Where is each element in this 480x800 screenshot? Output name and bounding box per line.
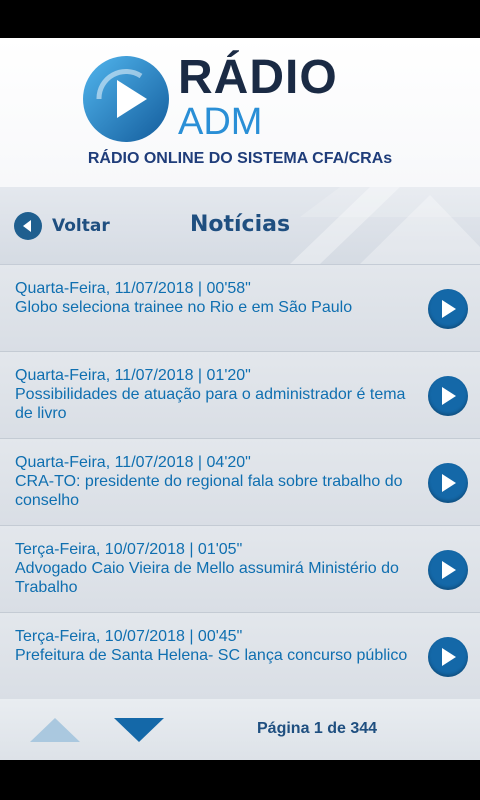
play-button[interactable] — [428, 550, 468, 590]
play-icon — [442, 387, 456, 405]
brand-adm-text: ADM — [178, 101, 263, 143]
news-item-text: Quarta-Feira, 11/07/2018 | 04'20" CRA-TO… — [15, 453, 413, 510]
play-button[interactable] — [428, 289, 468, 329]
news-item[interactable]: Quarta-Feira, 11/07/2018 | 04'20" CRA-TO… — [0, 439, 480, 526]
news-item-title: Advogado Caio Vieira de Mello assumirá M… — [15, 560, 399, 596]
news-item-text: Quarta-Feira, 11/07/2018 | 01'20" Possib… — [15, 366, 413, 423]
play-button[interactable] — [428, 463, 468, 503]
news-item-date: Quarta-Feira, 11/07/2018 | 00'58" — [15, 280, 251, 297]
next-page-arrow-icon[interactable] — [113, 717, 165, 743]
play-icon — [442, 300, 456, 318]
play-icon — [442, 648, 456, 666]
navigation-bar — [0, 760, 480, 800]
news-item[interactable]: Quarta-Feira, 11/07/2018 | 00'58" Globo … — [0, 265, 480, 352]
news-item-text: Quarta-Feira, 11/07/2018 | 00'58" Globo … — [15, 279, 413, 317]
news-item-date: Terça-Feira, 10/07/2018 | 00'45" — [15, 628, 243, 645]
news-item-title: Prefeitura de Santa Helena- SC lança con… — [15, 647, 408, 664]
brand-tagline: RÁDIO ONLINE DO SISTEMA CFA/CRAs — [87, 150, 393, 167]
news-list: Quarta-Feira, 11/07/2018 | 00'58" Globo … — [0, 265, 480, 700]
news-item-text: Terça-Feira, 10/07/2018 | 00'45" Prefeit… — [15, 627, 413, 665]
news-item[interactable]: Quarta-Feira, 11/07/2018 | 01'20" Possib… — [0, 352, 480, 439]
play-icon — [442, 474, 456, 492]
status-bar — [0, 0, 480, 38]
previous-page-arrow-icon[interactable] — [29, 717, 81, 743]
news-item[interactable]: Terça-Feira, 10/07/2018 | 01'05" Advogad… — [0, 526, 480, 613]
news-item-date: Quarta-Feira, 11/07/2018 | 04'20" — [15, 454, 251, 471]
news-item-title: Globo seleciona trainee no Rio e em São … — [15, 299, 353, 316]
news-item-date: Quarta-Feira, 11/07/2018 | 01'20" — [15, 367, 251, 384]
brand-radio-text: RÁDIO — [178, 51, 338, 104]
play-icon — [442, 561, 456, 579]
page-title: Notícias — [189, 212, 291, 237]
news-item[interactable]: Terça-Feira, 10/07/2018 | 00'45" Prefeit… — [0, 613, 480, 700]
news-item-title: Possibilidades de atuação para o adminis… — [15, 386, 406, 422]
play-button[interactable] — [428, 376, 468, 416]
news-item-date: Terça-Feira, 10/07/2018 | 01'05" — [15, 541, 243, 558]
news-item-text: Terça-Feira, 10/07/2018 | 01'05" Advogad… — [15, 540, 413, 597]
play-logo-icon — [83, 56, 169, 142]
play-button[interactable] — [428, 637, 468, 677]
news-item-title: CRA-TO: presidente do regional fala sobr… — [15, 473, 403, 509]
page-indicator: Página 1 de 344 — [257, 720, 378, 737]
